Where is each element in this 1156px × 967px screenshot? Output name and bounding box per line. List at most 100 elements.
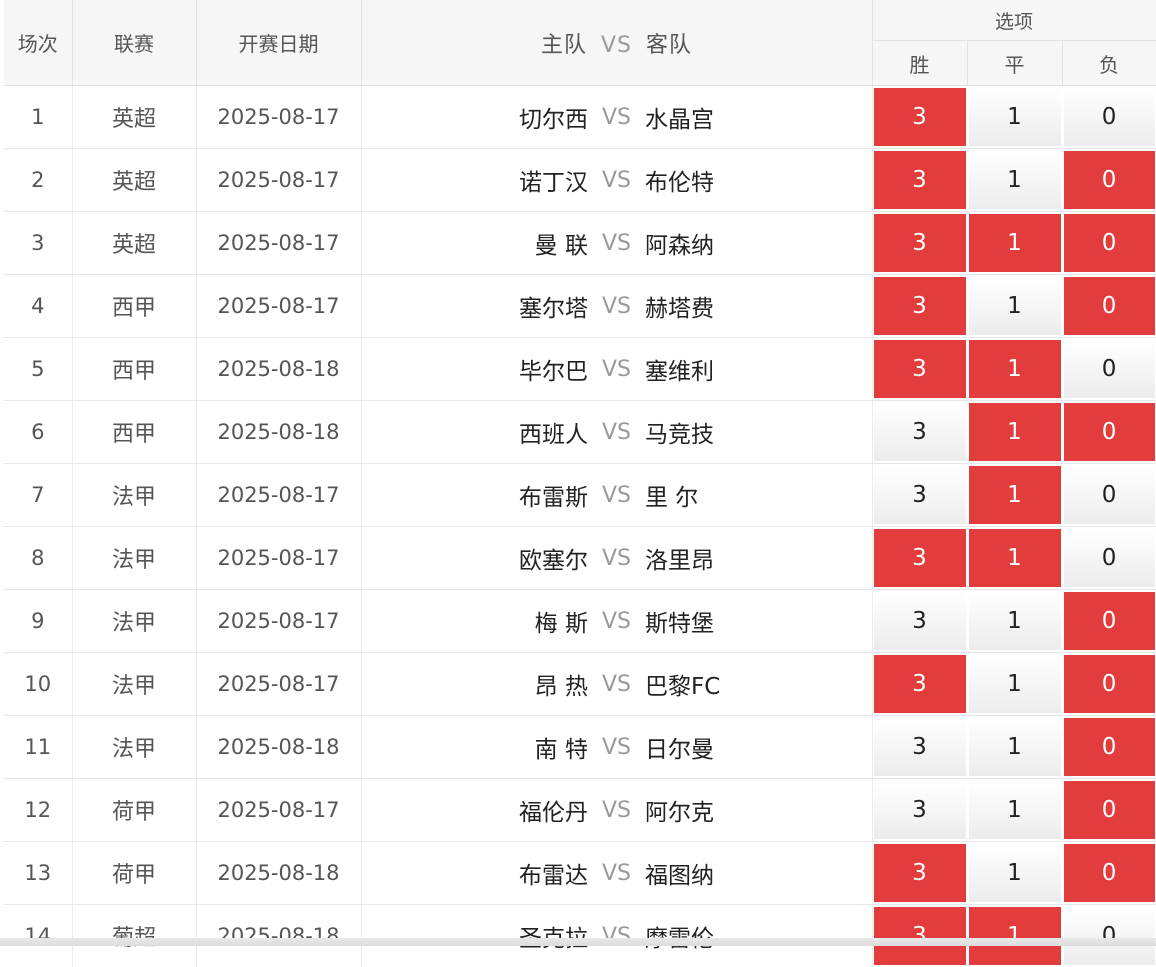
- header-win: 胜: [872, 41, 967, 86]
- vs-label: VS: [602, 357, 631, 382]
- header-index: 场次: [4, 0, 72, 86]
- option-win-button[interactable]: 3: [874, 88, 966, 146]
- match-teams: 欧塞尔 VS 洛里昂: [361, 527, 872, 590]
- match-index: 11: [4, 716, 72, 779]
- option-win-button[interactable]: 3: [874, 781, 966, 839]
- option-win-button[interactable]: 3: [874, 655, 966, 713]
- match-index: 7: [4, 464, 72, 527]
- match-index: 1: [4, 86, 72, 149]
- home-team: 西班人: [362, 415, 588, 449]
- option-draw-button[interactable]: 1: [969, 340, 1061, 398]
- option-lose-button[interactable]: 0: [1064, 277, 1155, 335]
- option-win-button[interactable]: 3: [874, 529, 966, 587]
- match-date: 2025-08-18: [196, 905, 361, 967]
- match-teams: 布雷达VS福图纳: [361, 842, 872, 905]
- option-lose-button[interactable]: 0: [1064, 340, 1155, 398]
- option-win-button[interactable]: 3: [874, 277, 966, 335]
- option-win-button[interactable]: 3: [874, 151, 966, 209]
- match-date: 2025-08-17: [196, 464, 361, 527]
- table-row: 10法甲2025-08-17昂 热VS巴黎FC310: [4, 653, 1156, 716]
- option-win-button[interactable]: 3: [874, 907, 966, 965]
- option-draw-button[interactable]: 1: [969, 88, 1061, 146]
- option-lose-button[interactable]: 0: [1064, 403, 1155, 461]
- option-lose-button[interactable]: 0: [1064, 592, 1155, 650]
- away-team: 水晶宫: [645, 100, 871, 134]
- option-draw-button[interactable]: 1: [969, 844, 1061, 902]
- away-team: 赫塔费: [645, 289, 871, 323]
- header-options: 选项: [872, 0, 1156, 41]
- match-teams: 切尔西 VS 水晶宫: [361, 86, 872, 149]
- match-date: 2025-08-18: [196, 716, 361, 779]
- match-date: 2025-08-17: [196, 779, 361, 842]
- option-draw-button[interactable]: 1: [969, 781, 1061, 839]
- vs-label: VS: [602, 420, 631, 445]
- option-lose-button[interactable]: 0: [1064, 844, 1155, 902]
- option-win-button[interactable]: 3: [874, 403, 966, 461]
- option-draw-button[interactable]: 1: [969, 592, 1061, 650]
- league-name: 英超: [72, 212, 196, 275]
- home-team: 欧塞尔: [362, 541, 588, 575]
- home-team: 布雷斯: [362, 478, 588, 512]
- table-row: 6西甲2025-08-18西班人VS马竞技310: [4, 401, 1156, 464]
- table-row: 12荷甲2025-08-17福伦丹VS阿尔克310: [4, 779, 1156, 842]
- table-row: 3英超2025-08-17曼 联VS阿森纳310: [4, 212, 1156, 275]
- option-draw-button[interactable]: 1: [969, 466, 1061, 524]
- header-home: 主队: [541, 33, 587, 58]
- home-team: 昂 热: [362, 667, 588, 701]
- option-lose-button[interactable]: 0: [1064, 907, 1155, 965]
- option-win-button[interactable]: 3: [874, 214, 966, 272]
- option-lose-button[interactable]: 0: [1064, 529, 1155, 587]
- header-league: 联赛: [72, 0, 196, 86]
- league-name: 西甲: [72, 401, 196, 464]
- option-lose-button[interactable]: 0: [1064, 88, 1155, 146]
- option-lose-button[interactable]: 0: [1064, 466, 1155, 524]
- league-name: 英超: [72, 149, 196, 212]
- match-date: 2025-08-18: [196, 338, 361, 401]
- header-away: 客队: [646, 33, 692, 58]
- header-vs: VS: [601, 33, 632, 58]
- option-draw-button[interactable]: 1: [969, 403, 1061, 461]
- option-lose-button[interactable]: 0: [1064, 781, 1155, 839]
- away-team: 斯特堡: [645, 604, 871, 638]
- match-index: 2: [4, 149, 72, 212]
- away-team: 布伦特: [645, 163, 871, 197]
- option-win-button[interactable]: 3: [874, 466, 966, 524]
- option-win-button[interactable]: 3: [874, 844, 966, 902]
- option-draw-button[interactable]: 1: [969, 214, 1061, 272]
- away-team: 巴黎FC: [645, 667, 871, 701]
- option-draw-button[interactable]: 1: [969, 718, 1061, 776]
- vs-label: VS: [602, 546, 631, 571]
- league-name: 西甲: [72, 275, 196, 338]
- match-date: 2025-08-17: [196, 653, 361, 716]
- option-lose-button[interactable]: 0: [1064, 151, 1155, 209]
- match-date: 2025-08-17: [196, 212, 361, 275]
- option-draw-button[interactable]: 1: [969, 151, 1061, 209]
- league-name: 荷甲: [72, 842, 196, 905]
- match-date: 2025-08-17: [196, 86, 361, 149]
- league-name: 西甲: [72, 338, 196, 401]
- match-teams: 南 特VS日尔曼: [361, 716, 872, 779]
- option-draw-button[interactable]: 1: [969, 529, 1061, 587]
- option-draw-button[interactable]: 1: [969, 277, 1061, 335]
- match-teams: 曼 联VS阿森纳: [361, 212, 872, 275]
- table-row: 14葡超2025-08-18圣克拉VS摩雷伦310: [4, 905, 1156, 967]
- header-lose: 负: [1062, 41, 1156, 86]
- away-team: 里 尔: [645, 478, 871, 512]
- away-team: 福图纳: [645, 856, 871, 890]
- option-lose-button[interactable]: 0: [1064, 655, 1155, 713]
- away-team: 塞维利: [645, 352, 871, 386]
- option-draw-button[interactable]: 1: [969, 907, 1061, 965]
- option-lose-button[interactable]: 0: [1064, 214, 1155, 272]
- match-index: 9: [4, 590, 72, 653]
- away-team: 洛里昂: [645, 541, 871, 575]
- option-win-button[interactable]: 3: [874, 718, 966, 776]
- vs-label: VS: [602, 609, 631, 634]
- vs-label: VS: [602, 105, 631, 130]
- option-draw-button[interactable]: 1: [969, 655, 1061, 713]
- match-index: 10: [4, 653, 72, 716]
- table-row: 11法甲2025-08-18南 特VS日尔曼310: [4, 716, 1156, 779]
- option-win-button[interactable]: 3: [874, 592, 966, 650]
- option-lose-button[interactable]: 0: [1064, 718, 1155, 776]
- home-team: 切尔西: [362, 100, 588, 134]
- option-win-button[interactable]: 3: [874, 340, 966, 398]
